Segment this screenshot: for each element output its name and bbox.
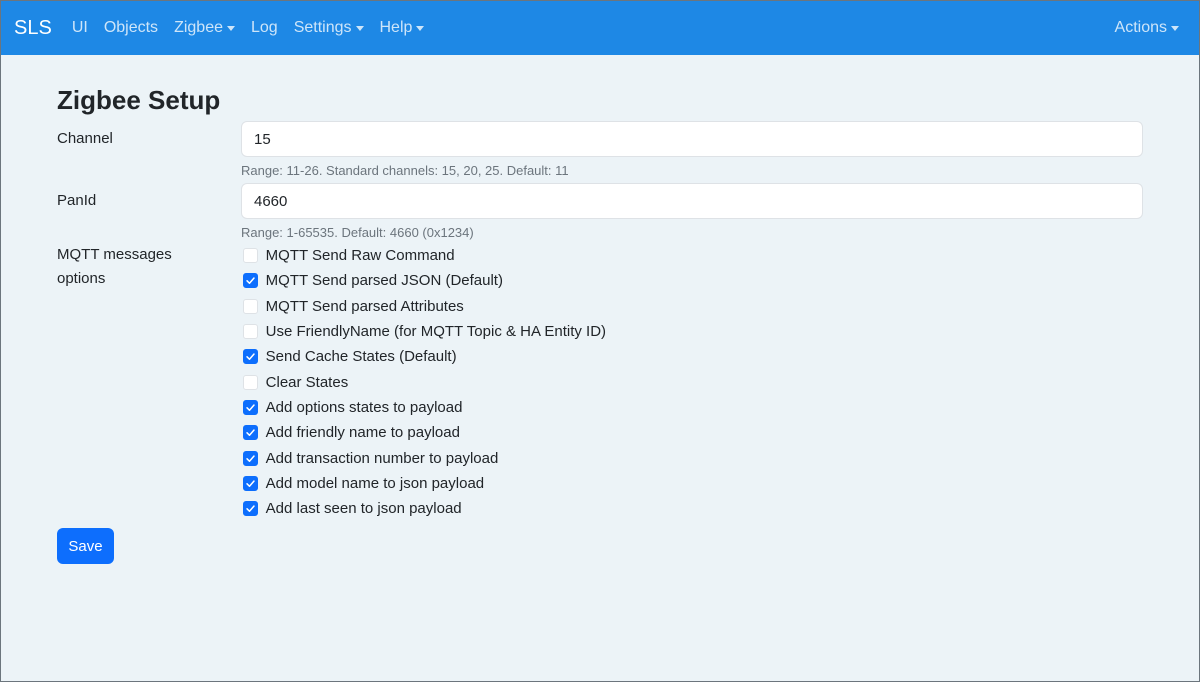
mqtt-option-label: Add transaction number to payload: [265, 449, 499, 467]
mqtt-option-checkbox[interactable]: [242, 450, 258, 466]
check-icon: [245, 429, 255, 437]
nav-log[interactable]: Log: [251, 19, 278, 37]
panid-label: PanId: [57, 192, 97, 209]
nav-help-dropdown[interactable]: Help: [380, 19, 425, 37]
mqtt-option-label: MQTT Send parsed Attributes: [265, 297, 464, 315]
mqtt-option-row[interactable]: Add last seen to json payload: [242, 496, 1143, 521]
mqtt-option-row[interactable]: MQTT Send parsed Attributes: [242, 294, 1143, 319]
main-content: Zigbee Setup Channel Range: 11-26. Stand…: [1, 55, 1199, 565]
mqtt-options-row: MQTT messages options MQTT Send Raw Comm…: [57, 243, 1143, 521]
page-title: Zigbee Setup: [57, 85, 221, 115]
panid-row: PanId Range: 1-65535. Default: 4660 (0x1…: [57, 183, 1143, 241]
nav-objects[interactable]: Objects: [104, 19, 158, 37]
channel-label: Channel: [57, 130, 113, 147]
nav-log-label: Log: [250, 19, 278, 36]
channel-help-text: Range: 11-26. Standard channels: 15, 20,…: [241, 163, 569, 178]
mqtt-option-checkbox[interactable]: [242, 475, 258, 491]
caret-down-icon: [1171, 25, 1179, 31]
mqtt-option-row[interactable]: MQTT Send parsed JSON (Default): [242, 268, 1143, 293]
mqtt-options-label: MQTT messages options: [57, 243, 243, 521]
mqtt-option-label: Send Cache States (Default): [265, 348, 457, 366]
top-navbar: SLS UI Objects Zigbee Log Settings Help …: [1, 1, 1199, 55]
panid-field: Range: 1-65535. Default: 4660 (0x1234): [241, 183, 1143, 241]
mqtt-option-row[interactable]: Use FriendlyName (for MQTT Topic & HA En…: [242, 319, 1143, 344]
mqtt-option-row[interactable]: Send Cache States (Default): [242, 344, 1143, 369]
mqtt-option-row[interactable]: Add options states to payload: [242, 395, 1143, 420]
check-icon: [245, 454, 255, 462]
mqtt-option-checkbox[interactable]: [242, 349, 258, 365]
nav-zigbee-dropdown[interactable]: Zigbee: [174, 19, 235, 37]
mqtt-option-row[interactable]: Clear States: [242, 369, 1143, 394]
mqtt-option-checkbox[interactable]: [242, 399, 258, 415]
mqtt-option-checkbox[interactable]: [242, 425, 258, 441]
check-icon: [245, 404, 255, 411]
panid-help-text: Range: 1-65535. Default: 4660 (0x1234): [241, 225, 474, 240]
mqtt-options-label-line1: MQTT messages: [57, 246, 172, 263]
mqtt-option-row[interactable]: MQTT Send Raw Command: [242, 243, 1143, 268]
mqtt-option-checkbox[interactable]: [242, 248, 258, 264]
channel-field: Range: 11-26. Standard channels: 15, 20,…: [241, 121, 1143, 179]
check-icon: [245, 277, 255, 285]
save-button[interactable]: Save: [57, 528, 114, 565]
check-icon: [245, 505, 255, 513]
channel-row: Channel Range: 11-26. Standard channels:…: [57, 121, 1143, 179]
channel-input[interactable]: [241, 121, 1143, 157]
nav-ui[interactable]: UI: [72, 19, 88, 37]
nav-ui-label: UI: [71, 19, 88, 36]
caret-down-icon: [416, 25, 425, 31]
nav-objects-label: Objects: [103, 19, 159, 36]
mqtt-option-checkbox[interactable]: [242, 374, 258, 390]
mqtt-option-label: Use FriendlyName (for MQTT Topic & HA En…: [265, 323, 607, 341]
nav-actions-dropdown[interactable]: Actions: [1115, 19, 1179, 37]
mqtt-option-label: Add options states to payload: [265, 398, 463, 416]
mqtt-option-label: MQTT Send parsed JSON (Default): [265, 272, 503, 290]
mqtt-option-row[interactable]: Add model name to json payload: [242, 471, 1143, 496]
mqtt-option-checkbox[interactable]: [242, 324, 258, 340]
mqtt-option-row[interactable]: Add transaction number to payload: [242, 445, 1143, 470]
mqtt-option-label: Clear States: [265, 373, 349, 391]
mqtt-option-label: Add last seen to json payload: [265, 500, 462, 518]
nav-zigbee-label: Zigbee: [174, 19, 223, 36]
mqtt-option-label: Add friendly name to payload: [265, 424, 460, 442]
nav-settings-dropdown[interactable]: Settings: [294, 19, 364, 37]
brand-link[interactable]: SLS: [14, 17, 52, 40]
mqtt-option-row[interactable]: Add friendly name to payload: [242, 420, 1143, 445]
mqtt-options-label-line2: options: [57, 270, 106, 287]
mqtt-option-checkbox[interactable]: [242, 273, 258, 289]
nav-help-label: Help: [379, 19, 413, 36]
mqtt-option-label: MQTT Send Raw Command: [265, 247, 455, 265]
nav-settings-label: Settings: [293, 19, 352, 36]
app-window: SLS UI Objects Zigbee Log Settings Help …: [0, 0, 1200, 682]
check-icon: [245, 353, 255, 361]
check-icon: [245, 480, 255, 487]
mqtt-option-checkbox[interactable]: [242, 501, 258, 517]
caret-down-icon: [226, 25, 235, 31]
nav-actions-label: Actions: [1114, 19, 1167, 36]
panid-input[interactable]: [241, 183, 1143, 219]
caret-down-icon: [355, 25, 364, 31]
mqtt-option-label: Add model name to json payload: [265, 474, 485, 492]
mqtt-options-list: MQTT Send Raw Command MQTT Send parsed JS…: [242, 243, 1143, 521]
mqtt-option-checkbox[interactable]: [242, 298, 258, 314]
